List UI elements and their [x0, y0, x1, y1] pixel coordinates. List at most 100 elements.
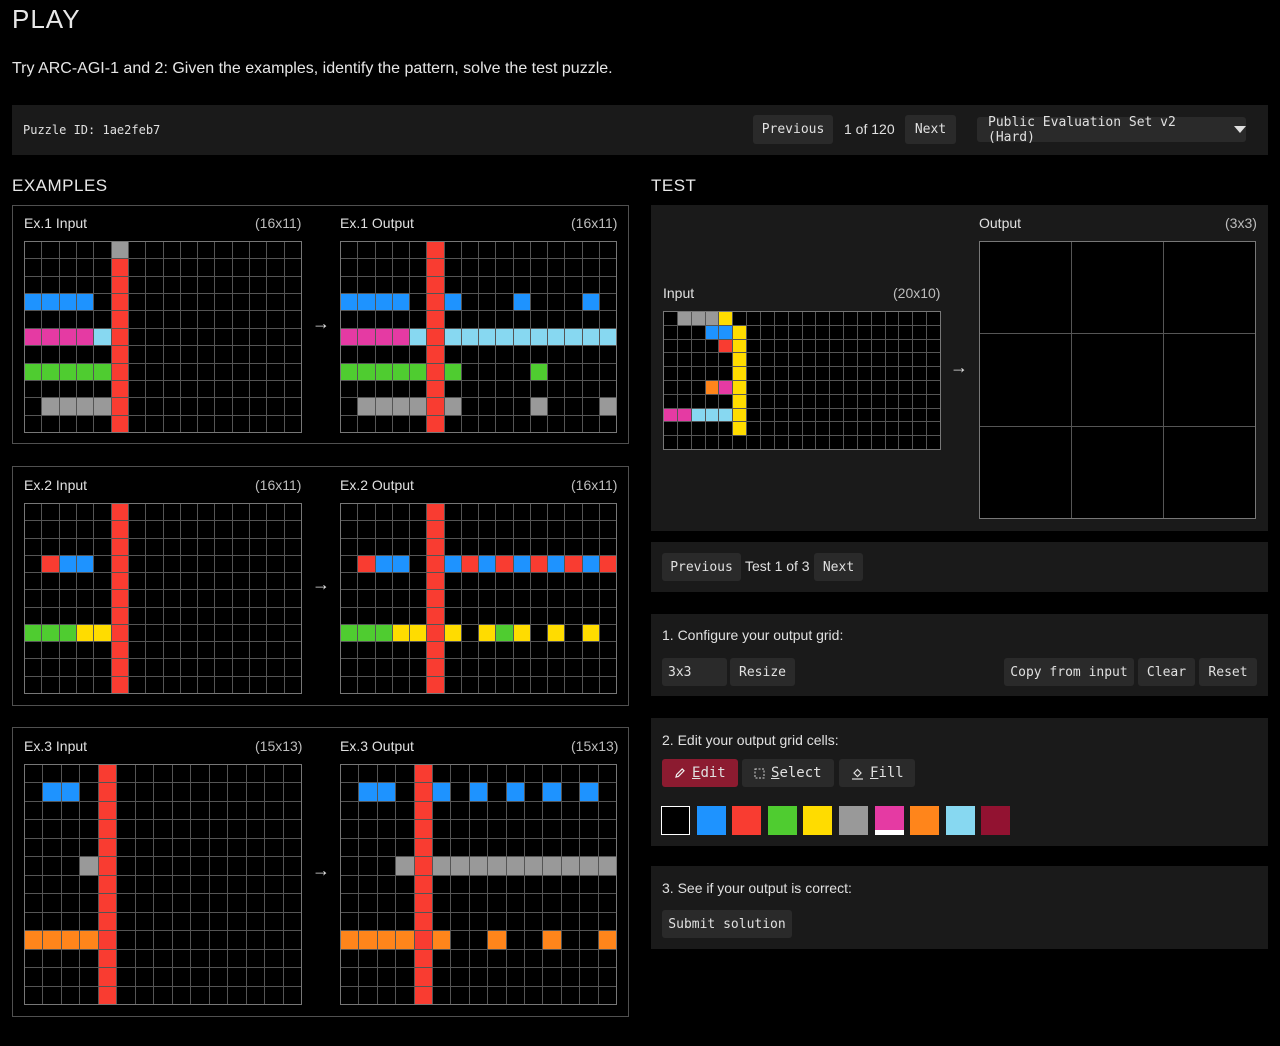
puzzle-previous-button[interactable]: Previous	[753, 115, 833, 144]
grid-cell	[469, 857, 488, 875]
clear-button[interactable]: Clear	[1138, 658, 1195, 686]
grid-cell[interactable]	[1072, 334, 1163, 426]
evaluation-set-value: Public Evaluation Set v2 (Hard)	[988, 114, 1176, 145]
grid-cell	[146, 642, 163, 659]
grid-cell[interactable]	[980, 242, 1071, 334]
color-swatch[interactable]	[981, 806, 1011, 835]
grid-cell	[375, 607, 392, 624]
grid-cell	[599, 415, 616, 432]
grid-cell	[580, 783, 598, 801]
puzzle-next-button[interactable]: Next	[905, 115, 956, 144]
edit-tool-button[interactable]: Edit	[662, 759, 738, 787]
grid-cell	[444, 521, 461, 538]
grid-cell	[565, 521, 582, 538]
grid-cell	[232, 521, 250, 538]
grid-cell	[377, 894, 396, 912]
grid-cell	[76, 311, 94, 328]
grid-cell	[530, 555, 547, 573]
copy-from-input-button[interactable]: Copy from input	[1004, 658, 1134, 686]
grid-cell	[76, 642, 94, 659]
grid-cell	[599, 676, 616, 693]
fill-tool-button[interactable]: Fill	[839, 759, 915, 787]
grid-cell	[163, 538, 180, 555]
grid-cell	[284, 346, 301, 363]
grid-cell	[705, 394, 719, 408]
grid-cell	[580, 949, 598, 968]
color-swatch[interactable]	[696, 806, 726, 835]
resize-button[interactable]: Resize	[730, 658, 795, 686]
grid-cell	[232, 555, 250, 573]
submit-solution-button[interactable]: Submit solution	[662, 910, 792, 938]
color-swatch[interactable]	[661, 806, 690, 835]
grid-cell	[444, 504, 461, 521]
color-swatch[interactable]	[732, 806, 762, 835]
grid-cell	[543, 783, 561, 801]
grid-cell	[228, 820, 246, 838]
grid-cell	[524, 875, 543, 894]
grid-cell	[496, 398, 513, 415]
grid-cell	[513, 607, 530, 624]
grid-cell	[774, 394, 788, 408]
color-swatch[interactable]	[874, 806, 904, 835]
test-output-grid[interactable]	[979, 241, 1256, 519]
grid-cell	[284, 259, 301, 276]
grid-cell	[410, 538, 427, 555]
grid-cell	[496, 607, 513, 624]
grid-cell	[530, 624, 547, 642]
grid-cell	[871, 367, 885, 380]
grid-cell	[80, 857, 98, 875]
color-swatch[interactable]	[910, 806, 940, 835]
grid-cell	[561, 838, 580, 857]
grid-cell	[135, 931, 154, 949]
color-swatch[interactable]	[839, 806, 868, 835]
color-swatch[interactable]	[945, 806, 975, 835]
color-swatch[interactable]	[767, 806, 797, 835]
grid-cell	[479, 573, 496, 590]
select-tool-button[interactable]: Select	[742, 759, 834, 787]
grid-cell[interactable]	[980, 334, 1071, 426]
grid-cell	[341, 659, 358, 676]
test-next-button[interactable]: Next	[814, 553, 863, 581]
grid-size-input[interactable]	[662, 658, 727, 686]
grid-cell[interactable]	[1072, 242, 1163, 334]
grid-cell[interactable]	[1164, 426, 1255, 518]
grid-cell	[94, 504, 111, 521]
grid-cell	[691, 436, 705, 449]
grid-cell	[844, 325, 857, 339]
evaluation-set-select[interactable]: Public Evaluation Set v2 (Hard)	[977, 114, 1246, 145]
grid-cell	[215, 415, 232, 432]
grid-cell	[25, 931, 43, 949]
grid-cell	[719, 422, 733, 436]
grid-cell[interactable]	[1072, 426, 1163, 518]
selection-box-icon	[754, 768, 765, 778]
test-previous-button[interactable]: Previous	[662, 553, 741, 581]
grid-cell	[885, 394, 899, 408]
grid-cell	[392, 555, 409, 573]
grid-cell[interactable]	[1164, 334, 1255, 426]
grid-cell	[215, 242, 232, 259]
grid-cell	[284, 555, 301, 573]
grid-cell	[265, 968, 283, 986]
grid-cell	[396, 820, 414, 838]
grid-cell	[705, 353, 719, 367]
grid-cell	[410, 573, 427, 590]
grid-cell	[444, 538, 461, 555]
grid-cell	[513, 259, 530, 276]
grid-cell	[513, 504, 530, 521]
grid-cell	[358, 504, 375, 521]
grid-cell	[524, 894, 543, 912]
grid-cell	[111, 276, 128, 294]
grid-cell	[191, 857, 209, 875]
grid-cell	[816, 394, 830, 408]
grid-cell	[209, 968, 228, 986]
grid-cell	[163, 346, 180, 363]
color-swatch[interactable]	[803, 806, 833, 835]
grid-cell[interactable]	[980, 426, 1071, 518]
grid-cell	[163, 242, 180, 259]
grid-cell	[857, 408, 871, 422]
grid-cell	[215, 642, 232, 659]
grid-cell[interactable]	[1164, 242, 1255, 334]
grid-cell	[172, 968, 191, 986]
grid-cell	[267, 398, 284, 415]
reset-button[interactable]: Reset	[1199, 658, 1257, 686]
